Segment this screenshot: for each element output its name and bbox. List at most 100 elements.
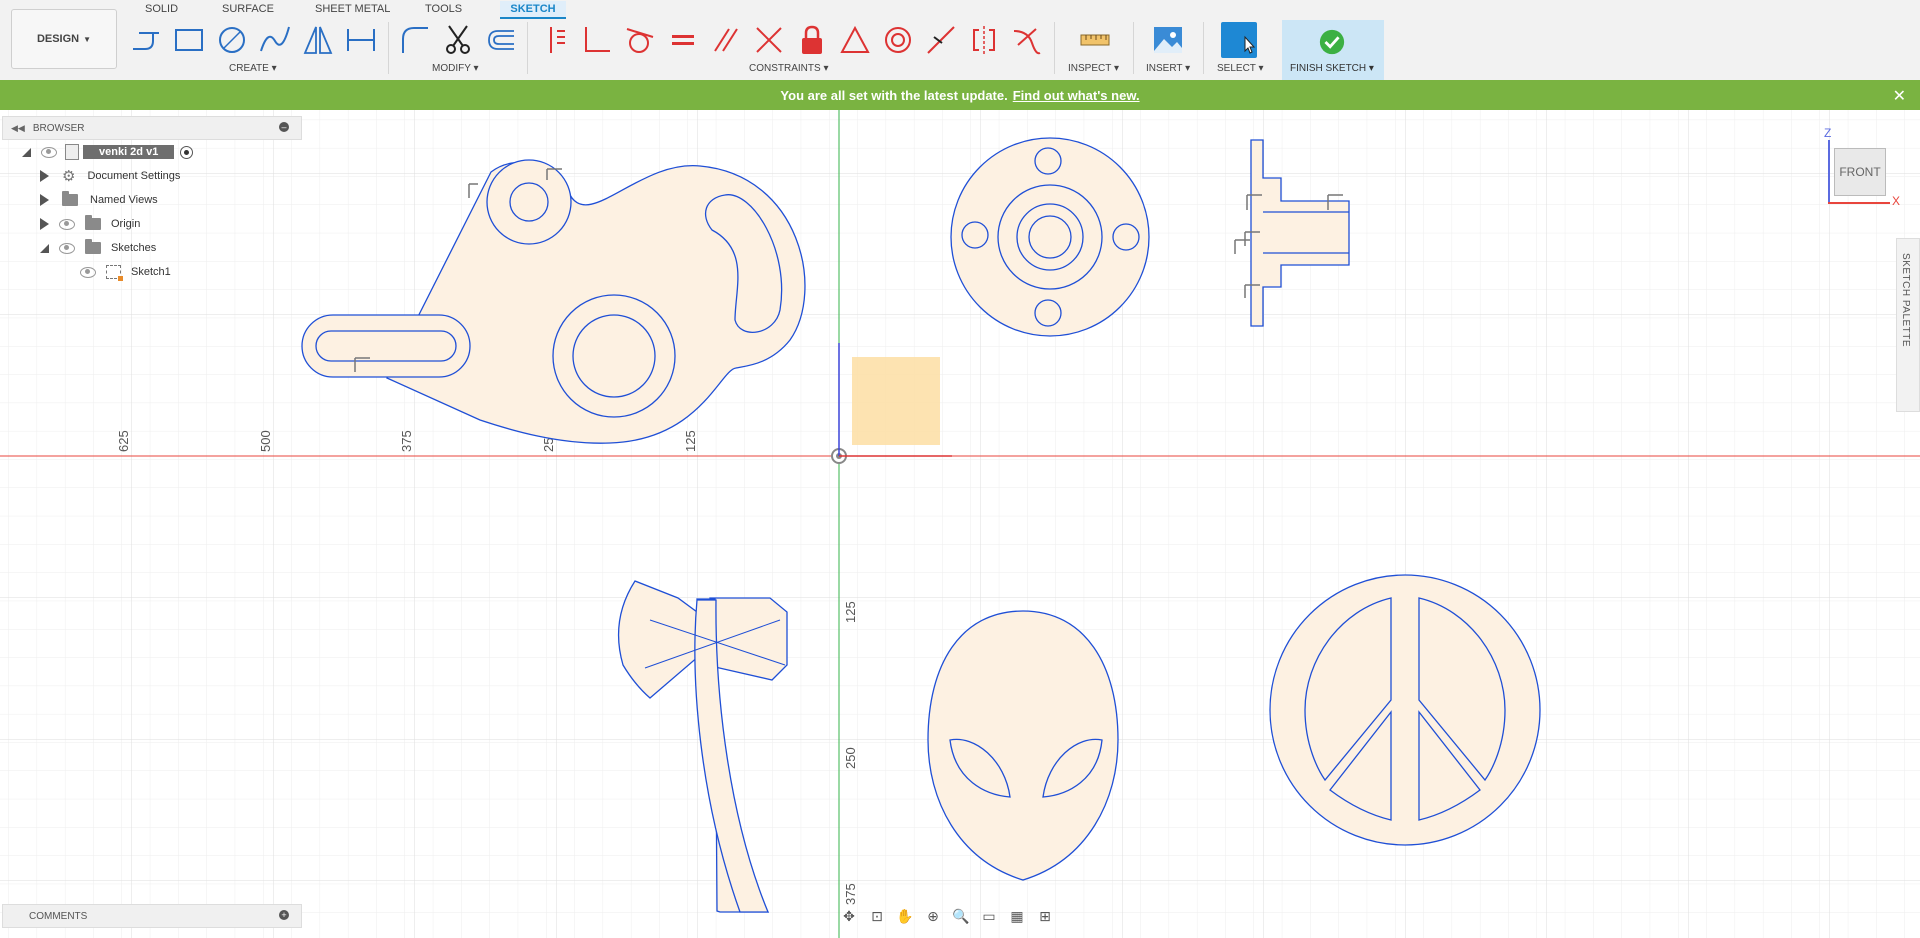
- expand-triangle-icon[interactable]: [40, 194, 49, 206]
- finish-sketch-button[interactable]: FINISH SKETCH ▾: [1282, 20, 1384, 80]
- browser-title: BROWSER: [32, 122, 85, 134]
- close-icon[interactable]: ✕: [1893, 86, 1906, 106]
- plus-icon[interactable]: +: [279, 910, 289, 920]
- fillet-tool-button[interactable]: [397, 22, 433, 58]
- insert-image-button[interactable]: [1150, 22, 1186, 58]
- zoom-icon[interactable]: ⊕: [922, 906, 944, 926]
- fillet-icon: [402, 27, 428, 53]
- grid-settings-icon[interactable]: ▦: [1006, 906, 1028, 926]
- gear-icon: ⚙: [62, 168, 76, 185]
- tree-item-sketches[interactable]: Sketches: [2, 236, 302, 260]
- symmetry-icon: [973, 26, 995, 54]
- tab-sheet-metal[interactable]: SHEET METAL: [311, 1, 394, 17]
- whats-new-link[interactable]: Find out what's new.: [1013, 88, 1140, 103]
- trim-tool-button[interactable]: [440, 22, 476, 58]
- tree-root-row[interactable]: venki 2d v1: [2, 140, 302, 164]
- navigation-bar: ✥ ⊡ ✋ ⊕ 🔍 ▭ ▦ ⊞: [838, 903, 1056, 929]
- pan-icon[interactable]: ✋: [894, 906, 916, 926]
- fix-constraint-button[interactable]: [794, 22, 830, 58]
- sketch-palette-tab[interactable]: SKETCH PALETTE: [1896, 238, 1920, 412]
- mirror-icon: [303, 26, 333, 54]
- concentric-icon: [885, 27, 911, 53]
- visibility-eye-icon[interactable]: [41, 146, 57, 158]
- cursor-icon: [1244, 35, 1256, 54]
- coincident-constraint-button[interactable]: [536, 22, 572, 58]
- axis-label-v375: 375: [843, 883, 858, 905]
- measure-tool-button[interactable]: [1077, 22, 1113, 58]
- concentric-constraint-button[interactable]: [880, 22, 916, 58]
- line-tool-button[interactable]: [128, 22, 164, 58]
- viewcube[interactable]: Z X FRONT: [1822, 126, 1902, 208]
- midpoint-constraint-button[interactable]: [923, 22, 959, 58]
- create-menu[interactable]: CREATE ▾: [229, 63, 277, 74]
- workspace-switcher[interactable]: DESIGN ▼: [11, 9, 117, 69]
- dimension-tool-button[interactable]: [343, 22, 379, 58]
- toolbar-divider: [527, 22, 528, 74]
- sketch-flange-profile[interactable]: [950, 137, 1150, 337]
- collapse-triangle-icon[interactable]: [40, 243, 49, 253]
- viewcube-front-face[interactable]: FRONT: [1834, 148, 1886, 196]
- constraints-menu[interactable]: CONSTRAINTS ▾: [749, 63, 828, 74]
- tab-tools[interactable]: TOOLS: [421, 1, 466, 17]
- spline-tool-button[interactable]: [257, 22, 293, 58]
- offset-tool-button[interactable]: [483, 22, 519, 58]
- equal-icon: [672, 35, 694, 45]
- tree-item-label: Document Settings: [87, 170, 181, 182]
- collapse-left-icon[interactable]: ◀◀: [11, 123, 25, 134]
- tree-item-label: Origin: [111, 218, 141, 230]
- tree-root-label[interactable]: venki 2d v1: [83, 145, 175, 159]
- tangent-constraint-button[interactable]: [622, 22, 658, 58]
- visibility-eye-icon[interactable]: [80, 266, 96, 278]
- visibility-eye-icon[interactable]: [59, 242, 75, 254]
- display-settings-icon[interactable]: ▭: [978, 906, 1000, 926]
- parallel-constraint-button[interactable]: [708, 22, 744, 58]
- circle-tool-button[interactable]: [214, 22, 250, 58]
- rectangle-tool-button[interactable]: [171, 22, 207, 58]
- workspace-label: DESIGN: [36, 33, 80, 45]
- z-axis-label: Z: [1824, 126, 1832, 140]
- tree-item-sketch1[interactable]: Sketch1: [2, 260, 302, 284]
- origin-plane-square: [852, 357, 940, 445]
- curvature-constraint-button[interactable]: [1009, 22, 1045, 58]
- perpendicular-constraint-button[interactable]: [579, 22, 615, 58]
- measure-icon: [1080, 34, 1110, 46]
- tree-item-named-views[interactable]: Named Views: [2, 188, 302, 212]
- tab-solid[interactable]: SOLID: [141, 1, 182, 17]
- folder-icon: [85, 215, 101, 230]
- select-tool-button[interactable]: [1221, 22, 1257, 58]
- collapse-triangle-icon[interactable]: [22, 147, 31, 157]
- modify-menu[interactable]: MODIFY ▾: [432, 63, 479, 74]
- triangle-constraint-button[interactable]: [837, 22, 873, 58]
- tab-surface[interactable]: SURFACE: [218, 1, 278, 17]
- cross-icon: [756, 27, 782, 53]
- viewcube-x-line: [1828, 202, 1890, 204]
- circle-icon: [219, 27, 245, 53]
- tab-sketch[interactable]: SKETCH: [500, 1, 566, 19]
- expand-triangle-icon[interactable]: [40, 170, 49, 182]
- select-menu[interactable]: SELECT ▾: [1217, 63, 1264, 74]
- viewports-icon[interactable]: ⊞: [1034, 906, 1056, 926]
- orbit-icon[interactable]: ✥: [838, 906, 860, 926]
- insert-menu[interactable]: INSERT ▾: [1146, 63, 1190, 74]
- visibility-eye-icon[interactable]: [59, 218, 75, 230]
- mirror-tool-button[interactable]: [300, 22, 336, 58]
- sketch-peace-profile[interactable]: [1269, 574, 1541, 846]
- look-at-icon[interactable]: ⊡: [866, 906, 888, 926]
- inspect-menu[interactable]: INSPECT ▾: [1068, 63, 1119, 74]
- perpendicular-cross-constraint-button[interactable]: [751, 22, 787, 58]
- zoom-window-icon[interactable]: 🔍: [950, 906, 972, 926]
- toolbar-divider: [1203, 22, 1204, 74]
- tree-item-origin[interactable]: Origin: [2, 212, 302, 236]
- checkmark-icon: [1319, 29, 1345, 55]
- minus-icon[interactable]: –: [279, 122, 289, 132]
- tree-item-document-settings[interactable]: ⚙ Document Settings: [2, 164, 302, 188]
- symmetry-constraint-button[interactable]: [966, 22, 1002, 58]
- comments-header[interactable]: COMMENTS +: [2, 904, 302, 928]
- expand-triangle-icon[interactable]: [40, 218, 49, 230]
- activate-radio-icon[interactable]: [180, 145, 194, 159]
- offset-icon: [488, 30, 514, 50]
- chevron-down-icon: ▼: [83, 34, 92, 44]
- equal-constraint-button[interactable]: [665, 22, 701, 58]
- palette-label: SKETCH PALETTE: [1900, 253, 1911, 348]
- tree-item-label: Sketch1: [131, 266, 171, 278]
